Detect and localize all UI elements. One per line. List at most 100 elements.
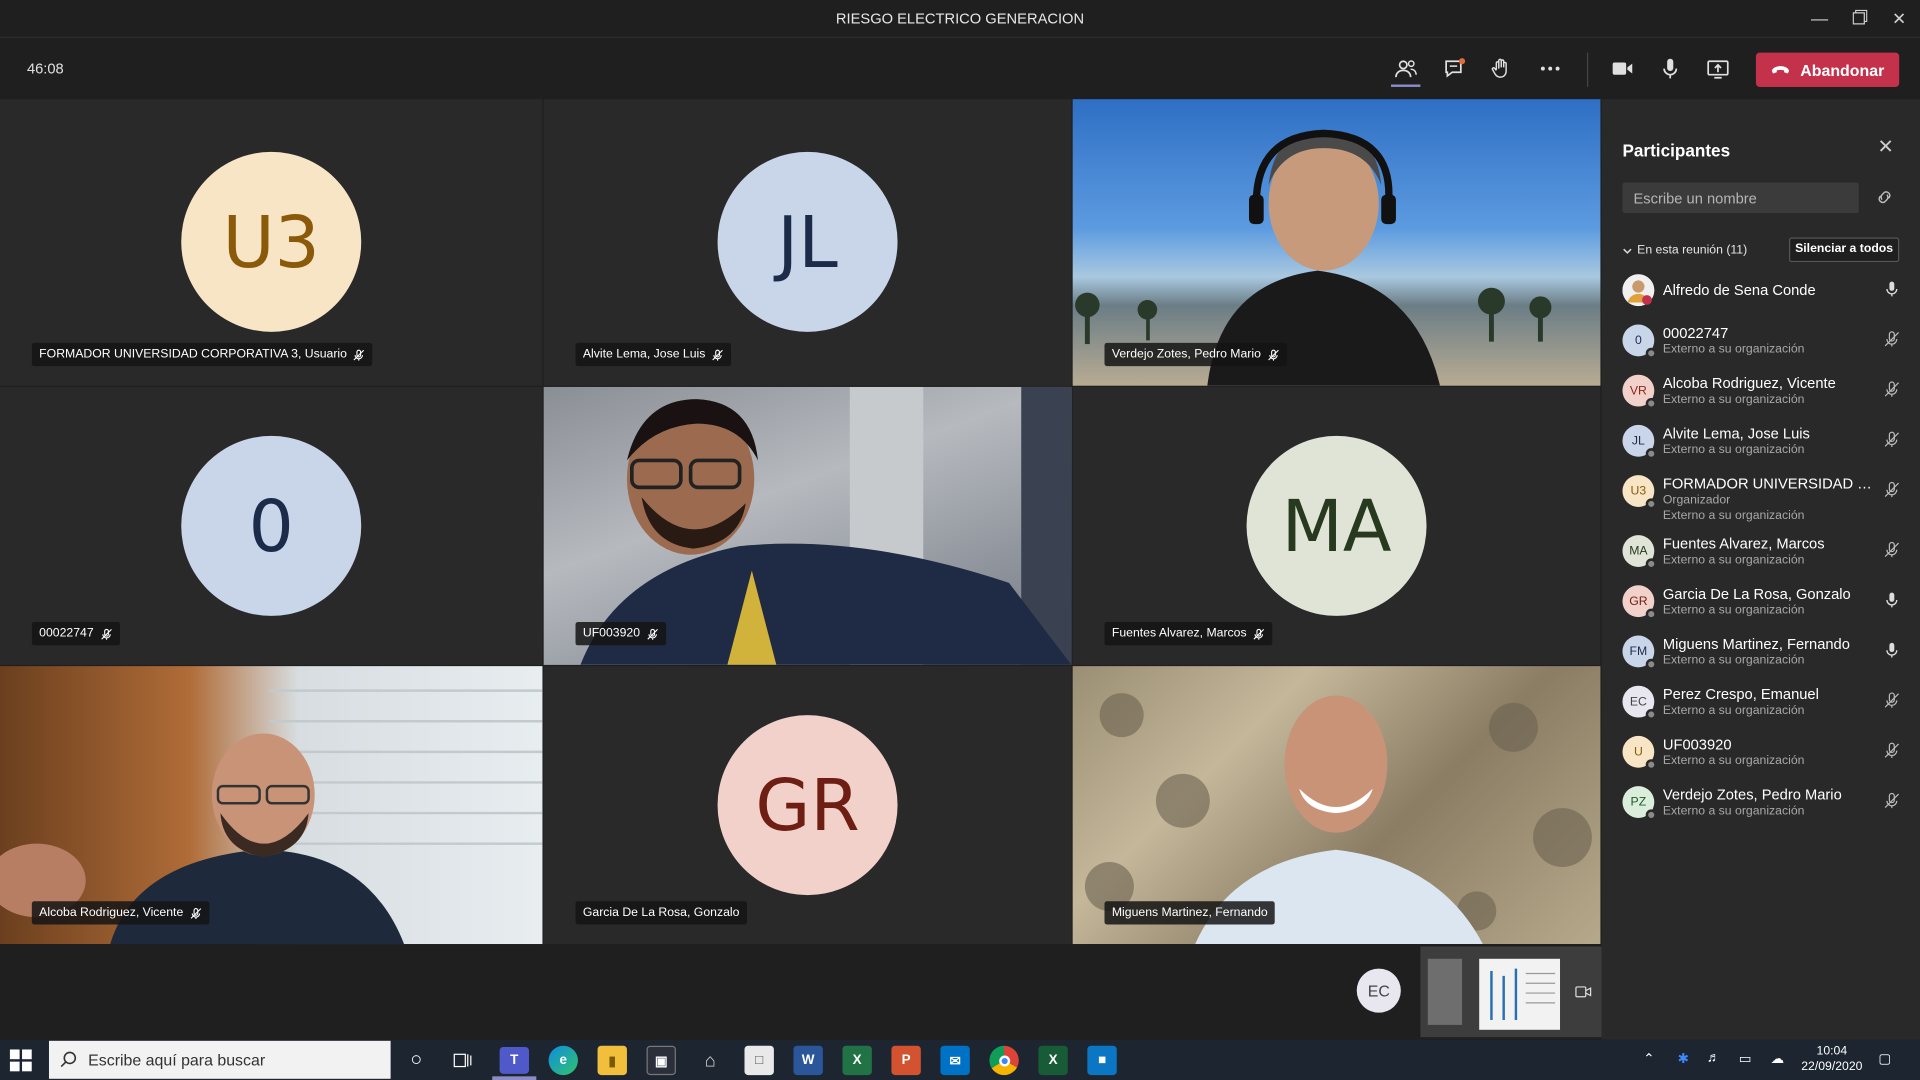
participant-initials: FM [1629, 644, 1648, 659]
camera-off-icon[interactable] [1575, 983, 1592, 998]
participant-tile[interactable]: 0 00022747 [0, 386, 543, 665]
home-icon[interactable]: ⌂ [696, 1046, 725, 1075]
microphone-icon[interactable] [1883, 591, 1900, 608]
participant-video[interactable]: Verdejo Zotes, Pedro Mario [1072, 99, 1601, 386]
mute-all-button[interactable]: Silenciar a todos [1788, 237, 1900, 263]
participant-name: Miguens Martinez, Fernando [1111, 906, 1268, 920]
name-tag: Verdejo Zotes, Pedro Mario [1104, 342, 1287, 367]
leave-button[interactable]: Abandonar [1755, 52, 1900, 87]
participant-tile[interactable]: GR Garcia De La Rosa, Gonzalo [543, 666, 1072, 945]
share-screen-icon[interactable] [1703, 54, 1732, 83]
mic-muted-icon [100, 628, 112, 640]
presence-icon [1645, 708, 1657, 721]
raise-hand-icon[interactable] [1487, 54, 1516, 83]
clock-date: 22/09/2020 [1801, 1060, 1863, 1074]
camera-icon[interactable] [1608, 54, 1637, 83]
participant-row[interactable]: PZ Verdejo Zotes, Pedro Mario Externo a su… [1602, 778, 1920, 828]
participant-row[interactable]: FM Miguens Martinez, Fernando Externo a su… [1602, 627, 1920, 677]
edge-icon[interactable]: e [548, 1045, 578, 1076]
participant-name: 00022747 [1662, 324, 1729, 342]
participant-row[interactable]: MA Fuentes Alvarez, Marcos Externo a su or… [1602, 527, 1920, 577]
restore-icon[interactable] [1848, 7, 1872, 29]
powerpoint-icon[interactable]: P [891, 1045, 921, 1076]
participant-row[interactable]: Alfredo de Sena Conde [1602, 266, 1920, 316]
mic-muted-icon[interactable] [1883, 742, 1900, 759]
chrome-icon[interactable] [989, 1045, 1019, 1076]
participant-row[interactable]: EC Perez Crespo, Emanuel Externo a su orga… [1602, 677, 1920, 727]
in-meeting-section[interactable]: En esta reunión (11) [1622, 244, 1747, 257]
bluetooth-icon[interactable]: ✱ [1678, 1051, 1689, 1067]
microphone-icon[interactable] [1883, 280, 1900, 297]
participant-avatar: VR [1622, 374, 1657, 409]
participant-row[interactable]: VR Alcoba Rodriguez, Vicente Externo a su … [1602, 366, 1920, 416]
microphone-icon[interactable] [1883, 642, 1900, 659]
mic-muted-icon[interactable] [1883, 481, 1900, 498]
participant-search-input[interactable] [1622, 182, 1859, 214]
participant-video[interactable]: Miguens Martinez, Fernando [1072, 666, 1601, 945]
chat-icon[interactable] [1440, 54, 1469, 83]
participant-row[interactable]: U UF003920 Externo a su organización [1602, 727, 1920, 777]
active-tab-underline [1391, 84, 1421, 87]
store-icon[interactable]: ▣ [646, 1045, 676, 1076]
participant-row[interactable]: 0 00022747 Externo a su organización [1602, 316, 1920, 366]
participant-video[interactable]: Alcoba Rodriguez, Vicente [0, 666, 543, 945]
participants-icon[interactable] [1391, 54, 1420, 83]
participant-initials: EC [1629, 694, 1647, 709]
mail-icon[interactable]: ✉ [940, 1045, 970, 1076]
mic-muted-icon[interactable] [1883, 381, 1900, 398]
minimize-icon[interactable]: — [1807, 7, 1831, 29]
participant-video[interactable]: UF003920 [543, 386, 1072, 665]
excel-alt-icon[interactable]: X [1038, 1045, 1068, 1076]
task-view-icon[interactable] [448, 1046, 477, 1075]
participant-name: Fuentes Alvarez, Marcos [1662, 535, 1825, 553]
participant-row[interactable]: U3 FORMADOR UNIVERSIDAD COR...Organizador… [1602, 467, 1920, 527]
cortana-icon[interactable]: ○ [402, 1046, 431, 1075]
participant-initials: MA [1629, 544, 1648, 558]
participant-initials: 0 [1634, 333, 1642, 348]
taskbar-search-box[interactable]: Escribe aquí para buscar [48, 1040, 391, 1079]
participant-tile[interactable]: U3 FORMADOR UNIVERSIDAD CORPORATIVA 3, U… [0, 99, 543, 386]
show-hidden-icons-icon[interactable]: ⌃ [1643, 1051, 1654, 1067]
notifications-icon[interactable]: ▢ [1878, 1051, 1891, 1067]
teams-window: RIESGO ELECTRICO GENERACION — ✕ 46:08 Ab… [0, 0, 1920, 1080]
file-explorer-icon[interactable]: ▮ [597, 1045, 627, 1076]
more-options-icon[interactable] [1536, 54, 1565, 83]
participant-row[interactable]: GR Garcia De La Rosa, Gonzalo Externo a su… [1602, 577, 1920, 627]
remote-desktop-icon[interactable]: ■ [1087, 1045, 1117, 1076]
excel-icon[interactable]: X [842, 1045, 872, 1076]
self-avatar[interactable]: EC [1356, 968, 1401, 1013]
shared-content-thumbnail[interactable] [1420, 946, 1602, 1038]
participant-initials: U3 [1630, 484, 1647, 498]
mic-muted-icon[interactable] [1883, 541, 1900, 558]
mic-muted-icon[interactable] [1883, 331, 1900, 348]
participant-row[interactable]: JL Alvite Lema, Jose Luis Externo a su org… [1602, 416, 1920, 466]
participant-avatar: PZ [1622, 786, 1657, 821]
volume-icon[interactable]: ♬ [1707, 1051, 1720, 1066]
onedrive-icon[interactable]: ☁ [1771, 1051, 1784, 1067]
participant-initials: PZ [1630, 795, 1647, 809]
participant-name: 00022747 [39, 626, 94, 641]
taskbar-search-placeholder: Escribe aquí para buscar [88, 1050, 266, 1069]
participant-list: Alfredo de Sena Conde 0 00022747 Externo a … [1602, 266, 1920, 828]
windows-start-icon[interactable] [9, 1049, 32, 1072]
mic-muted-icon[interactable] [1883, 792, 1900, 809]
chevron-down-icon [1623, 248, 1632, 254]
taskbar-clock[interactable]: 10:04 22/09/2020 [1795, 1043, 1868, 1075]
mic-muted-icon[interactable] [1883, 692, 1900, 709]
network-icon[interactable]: ▭ [1739, 1051, 1752, 1067]
close-panel-icon[interactable]: ✕ [1876, 138, 1896, 158]
presence-icon [1645, 558, 1657, 570]
participant-tile[interactable]: MA Fuentes Alvarez, Marcos [1072, 386, 1601, 665]
participant-tile[interactable]: JL Alvite Lema, Jose Luis [543, 99, 1072, 386]
word-icon[interactable]: W [793, 1045, 823, 1076]
mic-muted-icon[interactable] [1883, 431, 1900, 448]
name-tag: FORMADOR UNIVERSIDAD CORPORATIVA 3, Usua… [31, 342, 373, 367]
microphone-icon[interactable] [1656, 54, 1685, 83]
document-icon[interactable]: □ [744, 1045, 774, 1076]
teams-taskbar-icon[interactable]: T [499, 1046, 529, 1074]
share-invite-icon[interactable] [1875, 187, 1895, 207]
name-tag: Miguens Martinez, Fernando [1104, 901, 1276, 925]
participant-initials: GR [1629, 594, 1648, 608]
title-bar: RIESGO ELECTRICO GENERACION — ✕ [0, 0, 1920, 38]
close-window-icon[interactable]: ✕ [1887, 7, 1911, 29]
